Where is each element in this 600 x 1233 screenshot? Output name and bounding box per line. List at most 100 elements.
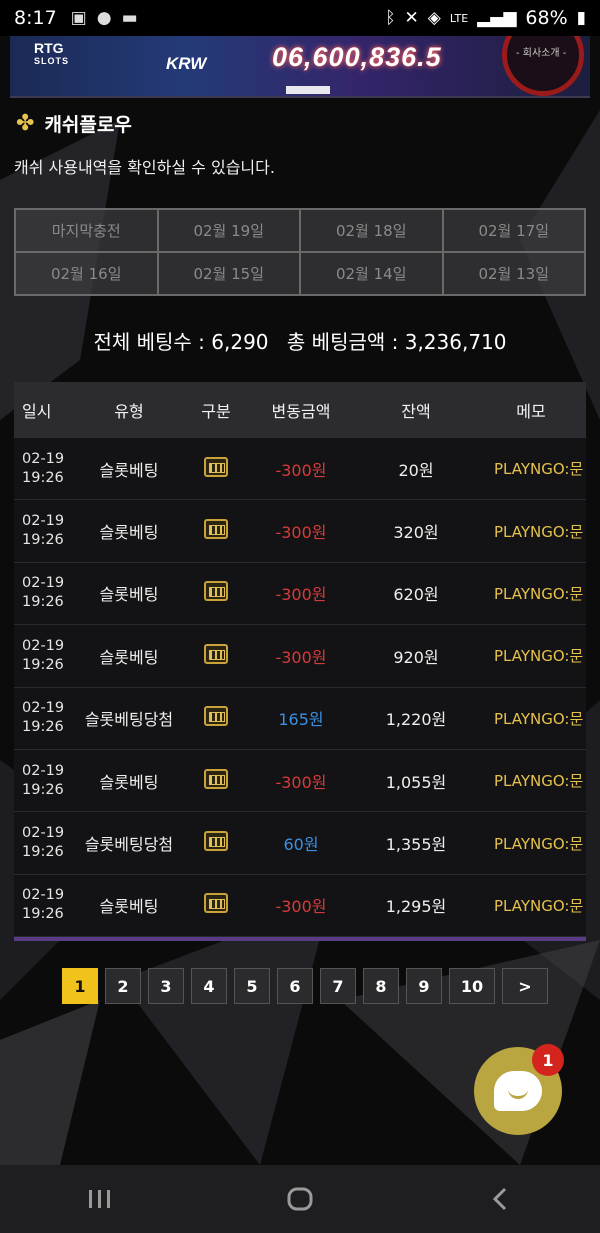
row-category — [186, 893, 246, 917]
row-amount: -300원 — [275, 460, 327, 480]
jackpot-banner[interactable]: RTG SLOTS KRW 06,600,836.5 - 회사소개 - — [10, 36, 590, 98]
date-filter-0213[interactable]: 02월 13일 — [442, 252, 585, 295]
slot-machine-icon — [204, 519, 228, 540]
row-date: 02-19 — [22, 575, 65, 592]
row-type: 슬롯베팅당첨 — [84, 710, 174, 730]
row-memo: PLAYNGO:문 프 — [494, 834, 586, 853]
row-category — [186, 768, 246, 793]
row-date: 02-19 — [22, 700, 65, 717]
table-row: 02-19 19:26 슬롯베팅 -300원 1,295원 PLAYNGO:문 프 — [14, 874, 586, 938]
row-category — [186, 456, 246, 481]
page-button-7[interactable]: 7 — [320, 968, 356, 1004]
row-date: 02-19 — [22, 513, 65, 530]
row-amount: 60원 — [283, 835, 319, 855]
pagination: 1 2 3 4 5 6 7 8 9 10 > — [62, 968, 548, 1004]
total-bet-amount: 총 베팅금액 : 3,236,710 — [286, 330, 507, 354]
page-button-3[interactable]: 3 — [148, 968, 184, 1004]
row-datetime: 02-19 19:26 — [14, 450, 72, 488]
row-datetime: 02-19 19:26 — [14, 574, 72, 612]
page-button-1[interactable]: 1 — [62, 968, 98, 1004]
row-balance: 320원 — [393, 523, 439, 543]
slot-machine-icon — [204, 831, 228, 852]
row-balance: 1,355원 — [385, 835, 447, 855]
page-button-5[interactable]: 5 — [234, 968, 270, 1004]
company-link[interactable]: - 회사소개 - — [516, 44, 566, 59]
chat-badge: 1 — [532, 1044, 564, 1076]
page-button-10[interactable]: 10 — [449, 968, 495, 1004]
page-button-4[interactable]: 4 — [191, 968, 227, 1004]
row-amount: -300원 — [275, 585, 327, 605]
row-time: 19:26 — [22, 469, 64, 486]
chat-icon — [494, 1071, 542, 1111]
table-row: 02-19 19:26 슬롯베팅 -300원 920원 PLAYNGO:문 프 — [14, 625, 586, 688]
row-time: 19:26 — [22, 906, 64, 923]
battery-icon: ▮ — [576, 8, 586, 28]
row-amount: 165원 — [278, 710, 324, 730]
date-filter-0216[interactable]: 02월 16일 — [15, 252, 158, 295]
status-bar: 8:17 ▣ ● ▬ ᛒ ✕ ◈ LTE ▂▄▆ 68% ▮ — [0, 0, 600, 36]
page-button-6[interactable]: 6 — [277, 968, 313, 1004]
page-description: 캐쉬 사용내역을 확인하실 수 있습니다. — [14, 158, 275, 177]
banner-indicator — [286, 86, 330, 94]
total-bet-count: 전체 베팅수 : 6,290 — [93, 330, 269, 354]
cashflow-table: 일시 유형 구분 변동금액 잔액 메모 02-19 19:26 슬롯베팅 -300원 2… — [14, 382, 586, 942]
date-filter-0214[interactable]: 02월 14일 — [300, 252, 443, 295]
date-filter-grid: 마지막충전 02월 19일 02월 18일 02월 17일 02월 16일 02… — [14, 208, 586, 296]
page-button-9[interactable]: 9 — [406, 968, 442, 1004]
clover-icon: ✤ — [16, 111, 35, 136]
date-filter-0219[interactable]: 02월 19일 — [157, 209, 300, 252]
row-date: 02-19 — [22, 825, 65, 842]
table-row: 02-19 19:26 슬롯베팅당첨 60원 1,355원 PLAYNGO:문 프 — [14, 812, 586, 875]
next-page-button[interactable]: > — [502, 968, 548, 1004]
mute-icon: ✕ — [404, 8, 419, 28]
row-time: 19:26 — [22, 844, 64, 861]
slot-machine-icon — [204, 893, 228, 914]
recent-apps-icon[interactable] — [70, 1179, 130, 1219]
date-filter-0217[interactable]: 02월 17일 — [442, 209, 585, 252]
row-datetime: 02-19 19:26 — [14, 512, 72, 550]
date-filter-last-charge[interactable]: 마지막충전 — [15, 209, 158, 252]
row-time: 19:26 — [22, 594, 64, 611]
slot-machine-icon — [204, 456, 228, 477]
row-memo: PLAYNGO:문 프 — [494, 522, 586, 541]
row-balance: 920원 — [393, 647, 439, 667]
row-memo: PLAYNGO:문 프 — [494, 584, 586, 603]
row-amount: -300원 — [275, 523, 327, 543]
header-category: 구분 — [201, 402, 231, 421]
table-row: 02-19 19:26 슬롯베팅당첨 165원 1,220원 PLAYNGO:문 프 — [14, 687, 586, 750]
row-time: 19:26 — [22, 532, 64, 549]
header-type: 유형 — [114, 402, 144, 421]
row-time: 19:26 — [22, 719, 64, 736]
home-icon[interactable] — [270, 1179, 330, 1219]
row-amount: -300원 — [275, 647, 327, 667]
date-filter-0218[interactable]: 02월 18일 — [300, 209, 443, 252]
table-row: 02-19 19:26 슬롯베팅 -300원 1,055원 PLAYNGO:문 프 — [14, 749, 586, 813]
date-filter-0215[interactable]: 02월 15일 — [157, 252, 300, 295]
lte-icon: LTE — [449, 11, 469, 25]
bluetooth-icon: ᛒ — [385, 8, 396, 28]
header-date: 일시 — [22, 402, 52, 421]
table-row: 02-19 19:26 슬롯베팅 -300원 320원 PLAYNGO:문 프 — [14, 500, 586, 563]
row-category — [186, 706, 246, 730]
row-memo: PLAYNGO:문 프 — [494, 709, 586, 728]
slot-machine-icon — [204, 706, 228, 727]
row-date: 02-19 — [22, 762, 65, 779]
row-balance: 20원 — [398, 460, 434, 480]
row-balance: 1,220원 — [385, 710, 447, 730]
currency-label: KRW — [166, 54, 207, 73]
betting-totals: 전체 베팅수 : 6,290 총 베팅금액 : 3,236,710 — [0, 326, 600, 355]
row-type: 슬롯베팅 — [99, 585, 159, 605]
back-icon[interactable] — [470, 1179, 530, 1219]
row-memo: PLAYNGO:문 프 — [494, 896, 586, 915]
row-type: 슬롯베팅 — [99, 772, 159, 792]
row-memo: PLAYNGO:문 프 — [494, 460, 586, 479]
status-time: 8:17 — [14, 7, 57, 29]
row-date: 02-19 — [22, 887, 65, 904]
page-button-8[interactable]: 8 — [363, 968, 399, 1004]
header-amount: 변동금액 — [271, 402, 331, 421]
page-button-2[interactable]: 2 — [105, 968, 141, 1004]
row-date: 02-19 — [22, 637, 65, 654]
row-type: 슬롯베팅 — [99, 523, 159, 543]
row-datetime: 02-19 19:26 — [14, 886, 72, 924]
row-date: 02-19 — [22, 450, 65, 467]
